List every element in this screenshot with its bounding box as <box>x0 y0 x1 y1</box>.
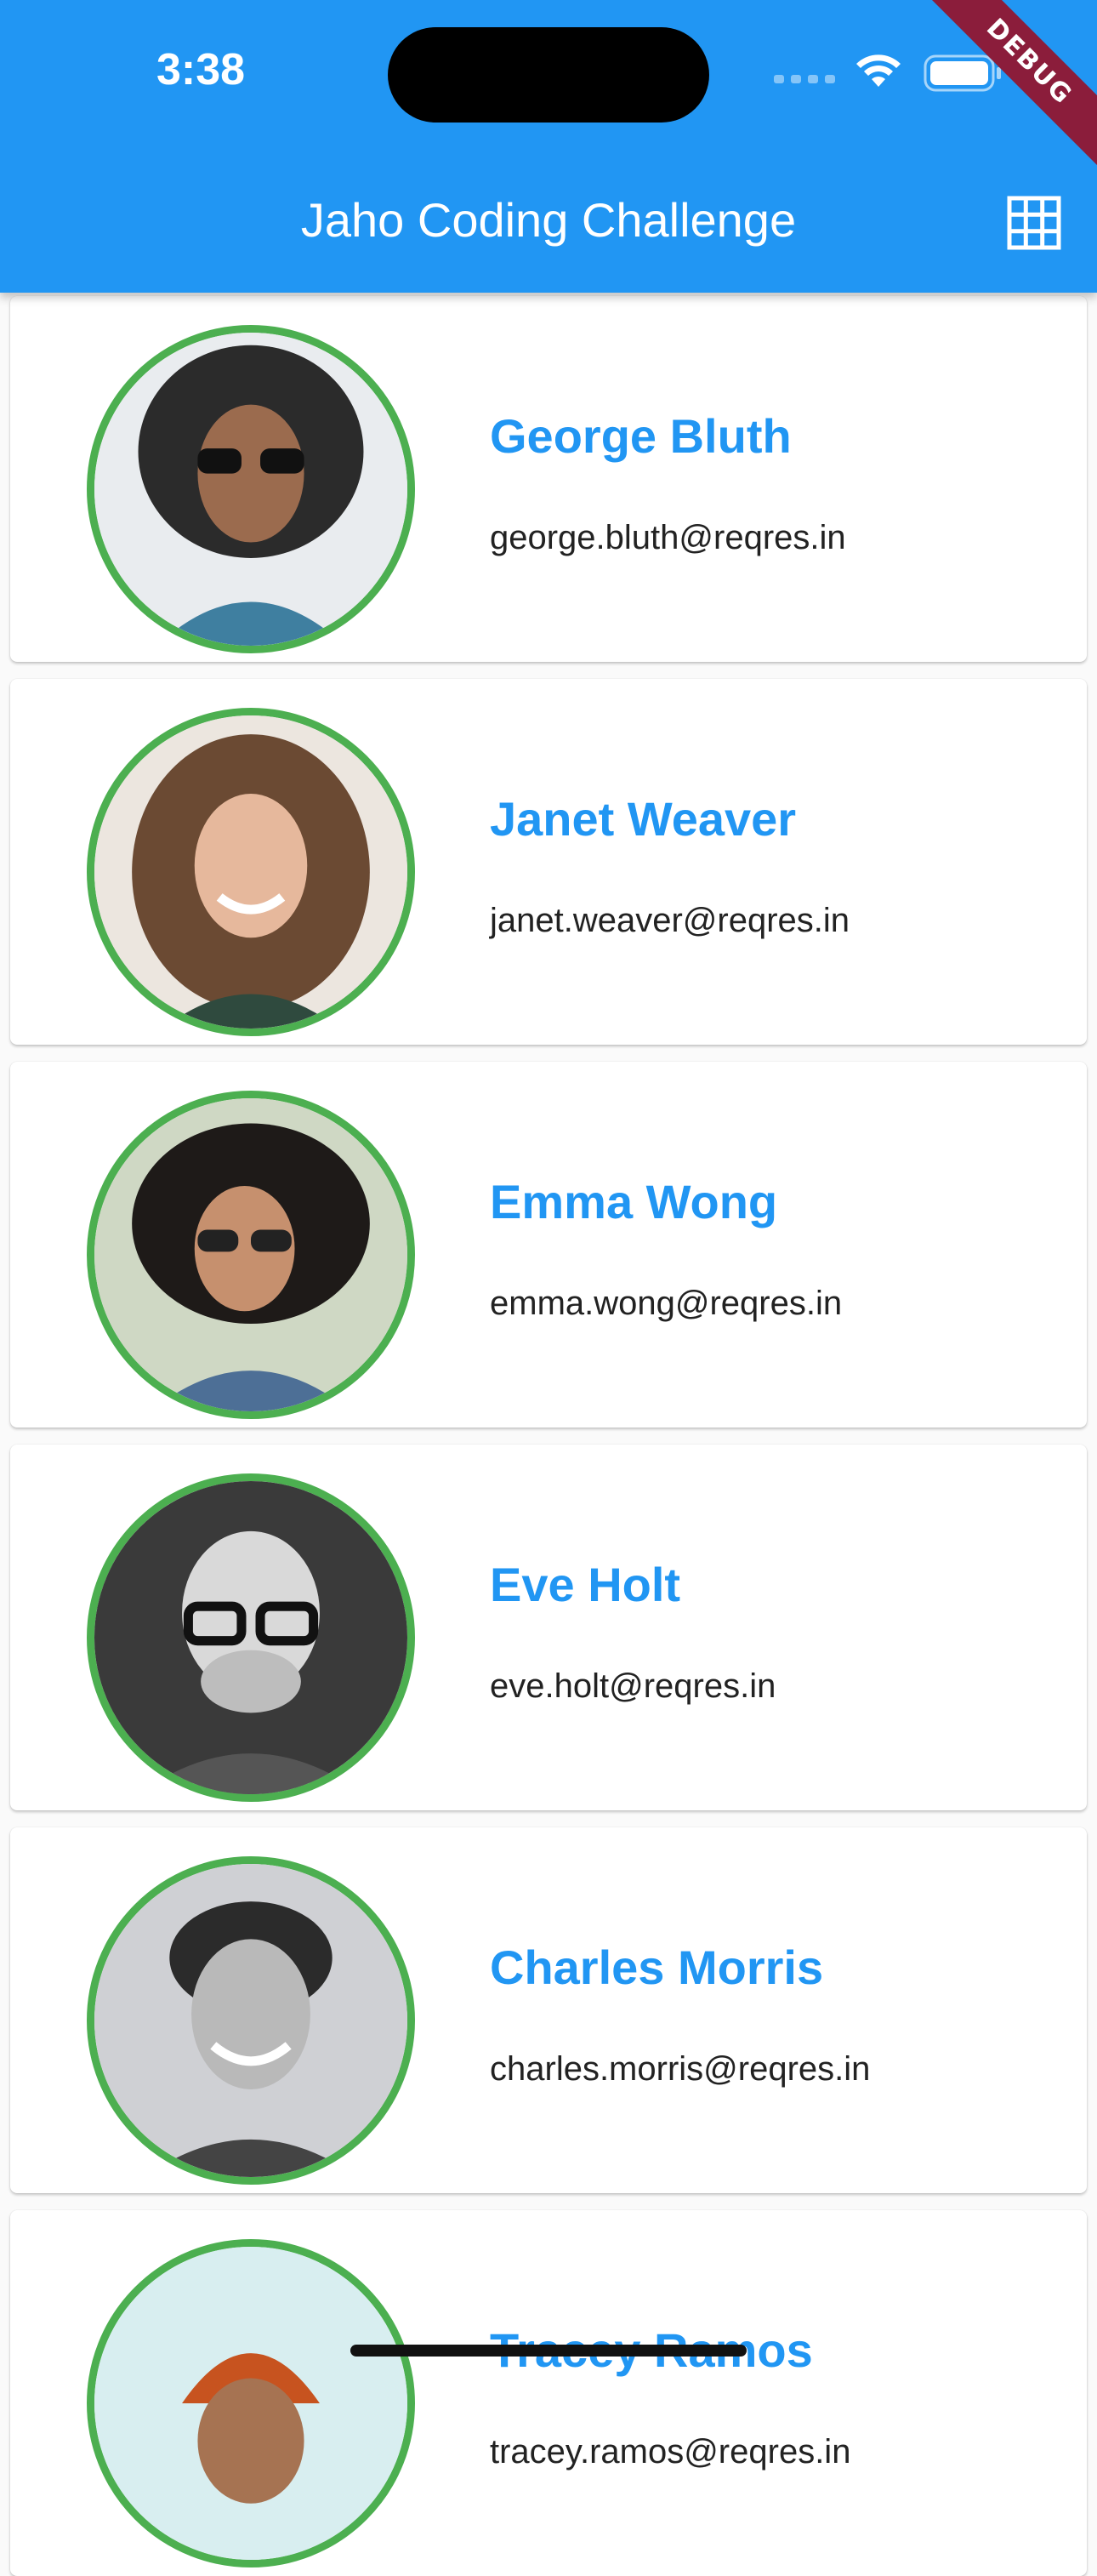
user-avatar <box>87 325 415 653</box>
user-email: janet.weaver@reqres.in <box>490 902 850 939</box>
app-bar: 3:38 Jaho Coding Challenge <box>0 0 1097 293</box>
user-card[interactable]: Janet Weaver janet.weaver@reqres.in <box>10 679 1087 1045</box>
user-avatar <box>87 708 415 1036</box>
user-email: charles.morris@reqres.in <box>490 2050 871 2088</box>
grid-view-icon[interactable] <box>1007 196 1061 250</box>
user-avatar <box>87 1473 415 1802</box>
user-name: Janet Weaver <box>490 792 797 846</box>
user-card[interactable]: Charles Morris charles.morris@reqres.in <box>10 1827 1087 2193</box>
user-name: George Bluth <box>490 409 792 463</box>
status-time: 3:38 <box>156 45 246 94</box>
user-card[interactable]: Eve Holt eve.holt@reqres.in <box>10 1445 1087 1810</box>
user-email: eve.holt@reqres.in <box>490 1667 776 1705</box>
user-avatar <box>87 1091 415 1419</box>
user-name: Emma Wong <box>490 1175 778 1228</box>
user-email: george.bluth@reqres.in <box>490 519 846 556</box>
user-avatar <box>87 1856 415 2185</box>
user-card[interactable]: Emma Wong emma.wong@reqres.in <box>10 1062 1087 1428</box>
user-card[interactable]: Tracey Ramos tracey.ramos@reqres.in <box>10 2210 1087 2576</box>
wifi-icon <box>856 54 901 87</box>
user-avatar <box>87 2239 415 2567</box>
home-indicator[interactable] <box>350 2345 747 2357</box>
user-email: tracey.ramos@reqres.in <box>490 2433 851 2471</box>
user-card[interactable]: George Bluth george.bluth@reqres.in <box>10 296 1087 662</box>
cellular-signal-icon <box>774 75 835 83</box>
app-title: Jaho Coding Challenge <box>300 193 797 247</box>
user-name: Charles Morris <box>490 1941 824 1994</box>
user-name: Eve Holt <box>490 1558 681 1611</box>
user-email: emma.wong@reqres.in <box>490 1285 843 1322</box>
dynamic-island <box>388 27 709 123</box>
